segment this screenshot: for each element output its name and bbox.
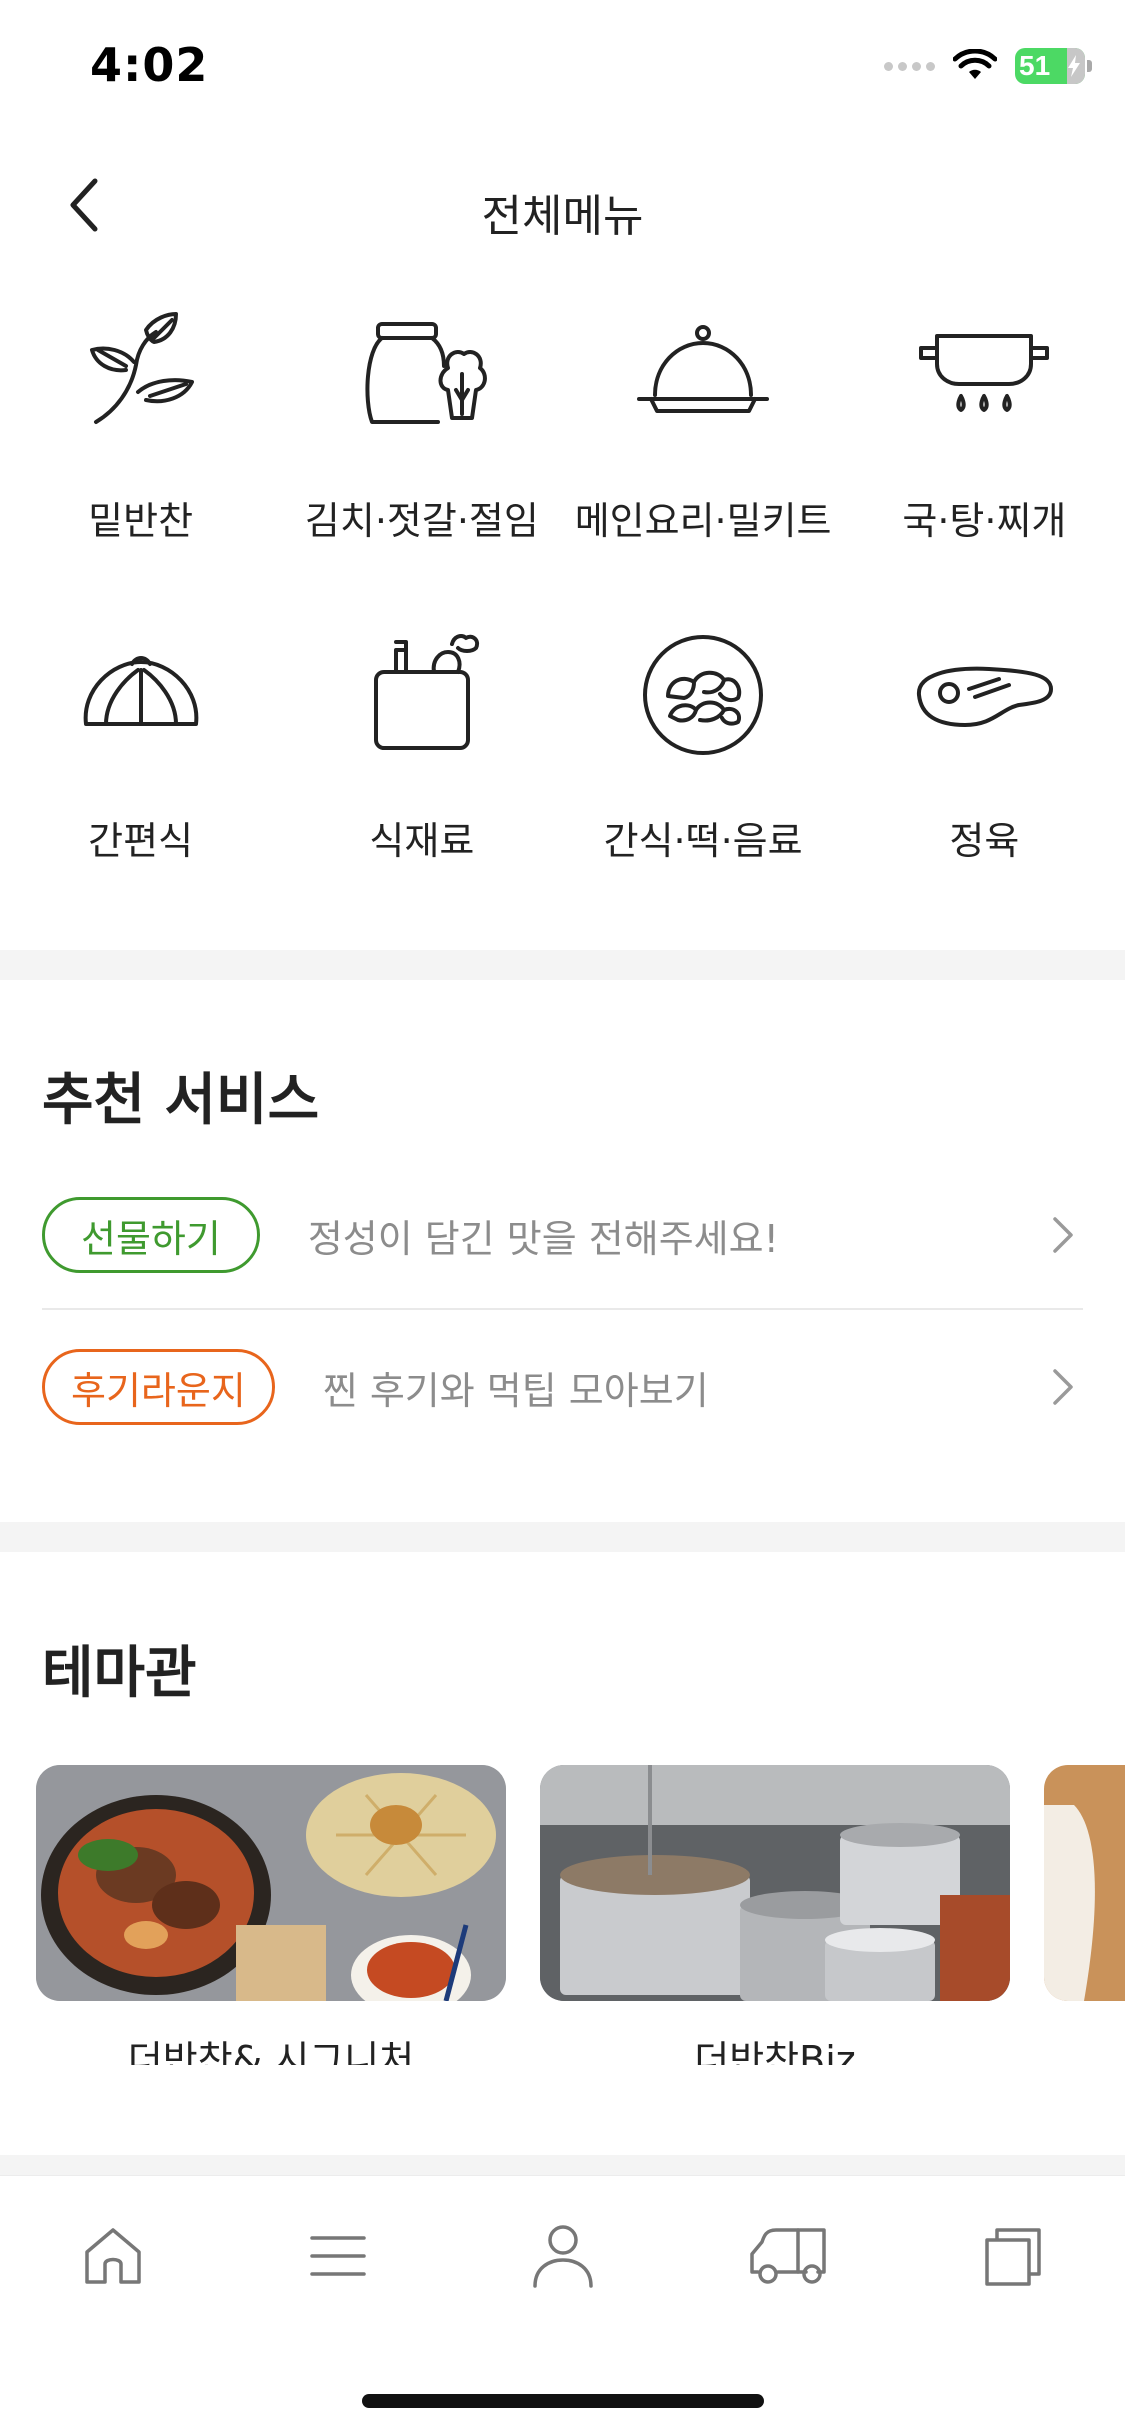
jar-cabbage-icon (347, 300, 497, 450)
category-row: 간편식 식재료 간식·떡·음료 정육 (0, 620, 1125, 940)
screen: 4:02 51 전체메뉴 밑반찬 김치·젓갈·절임 메인요리·밀키트 국·탕·찌… (0, 0, 1125, 2436)
category-label: 밑반찬 (88, 499, 194, 543)
theme-image-partial (1044, 1765, 1125, 2001)
user-icon (532, 2225, 593, 2288)
bottom-nav (0, 2175, 1125, 2436)
category-item[interactable]: 메인요리·밀키트 (563, 300, 844, 620)
header: 전체메뉴 (0, 150, 1125, 260)
rice-cake-plate-icon (628, 620, 778, 770)
review-lounge-pill: 후기라운지 (42, 1349, 275, 1425)
theme-card-label: 더반찬& 시그니처 (127, 2038, 415, 2065)
section-divider (0, 950, 1125, 980)
nav-recent-view[interactable] (900, 2224, 1125, 2288)
category-label: 간편식 (88, 819, 194, 863)
home-icon (84, 2228, 141, 2284)
page-title: 전체메뉴 (481, 191, 644, 242)
nav-home[interactable] (0, 2224, 225, 2288)
theme-image-biz (540, 1765, 1010, 2001)
battery-icon: 51 (1015, 48, 1092, 84)
recommend-section-title: 추천 서비스 (42, 1068, 320, 1133)
pot-icon (909, 300, 1059, 450)
theme-image-signature (36, 1765, 506, 2001)
nav-menu[interactable] (225, 2224, 450, 2288)
chevron-right-icon (1043, 1215, 1083, 1255)
category-item[interactable]: 식재료 (281, 620, 562, 940)
category-item[interactable]: 간식·떡·음료 (563, 620, 844, 940)
theme-carousel[interactable]: 더반찬& 시그니처 더반찬Biz (0, 1765, 1125, 2065)
category-item[interactable]: 간편식 (0, 620, 281, 940)
leaf-sprout-icon (66, 300, 216, 450)
battery-level: 51 (1019, 50, 1051, 81)
category-item[interactable]: 국·탕·찌개 (844, 300, 1125, 620)
gift-service-row[interactable]: 선물하기 정성이 담긴 맛을 전해주세요! (42, 1180, 1083, 1290)
cloche-icon (628, 300, 778, 450)
menu-icon (309, 2236, 366, 2276)
category-label: 간식·떡·음료 (603, 819, 803, 863)
category-label: 메인요리·밀키트 (574, 499, 832, 543)
theme-section-title: 테마관 (42, 1641, 197, 1706)
status-time: 4:02 (90, 38, 209, 92)
dumpling-icon (66, 620, 216, 770)
status-indicators: 51 (884, 48, 1092, 84)
steak-icon (909, 620, 1059, 770)
delivery-truck-icon (749, 2228, 826, 2284)
theme-card-partial[interactable] (1044, 1765, 1125, 2001)
category-row: 밑반찬 김치·젓갈·절임 메인요리·밀키트 국·탕·찌개 (0, 300, 1125, 620)
review-lounge-row[interactable]: 후기라운지 찐 후기와 먹팁 모아보기 (42, 1332, 1083, 1442)
recent-view-icon (984, 2228, 1041, 2286)
row-divider (42, 1308, 1083, 1310)
theme-card-label: 더반찬Biz (694, 2038, 856, 2065)
theme-card-biz[interactable]: 더반찬Biz (540, 1765, 1010, 2065)
nav-my-page[interactable] (450, 2222, 675, 2290)
category-label: 식재료 (369, 819, 475, 863)
status-bar: 4:02 51 (0, 0, 1125, 140)
home-indicator (362, 2394, 764, 2408)
section-divider (0, 2155, 1125, 2175)
chevron-right-icon (1043, 1367, 1083, 1407)
cellular-signal-icon (884, 61, 935, 71)
nav-delivery[interactable] (675, 2224, 900, 2288)
category-label: 국·탕·찌개 (902, 499, 1067, 543)
category-item[interactable]: 김치·젓갈·절임 (281, 300, 562, 620)
category-label: 정육 (949, 819, 1020, 863)
gift-description: 정성이 담긴 맛을 전해주세요! (307, 1216, 779, 1261)
category-label: 김치·젓갈·절임 (304, 499, 539, 543)
gift-pill: 선물하기 (42, 1197, 260, 1273)
category-grid: 밑반찬 김치·젓갈·절임 메인요리·밀키트 국·탕·찌개 간편식 식재료 간식·… (0, 300, 1125, 940)
grocery-bag-icon (347, 620, 497, 770)
review-lounge-description: 찐 후기와 먹팁 모아보기 (322, 1368, 709, 1413)
category-item[interactable]: 정육 (844, 620, 1125, 940)
category-item[interactable]: 밑반찬 (0, 300, 281, 620)
wifi-icon (953, 49, 997, 79)
theme-card-signature[interactable]: 더반찬& 시그니처 (36, 1765, 506, 2065)
section-divider (0, 1522, 1125, 1552)
